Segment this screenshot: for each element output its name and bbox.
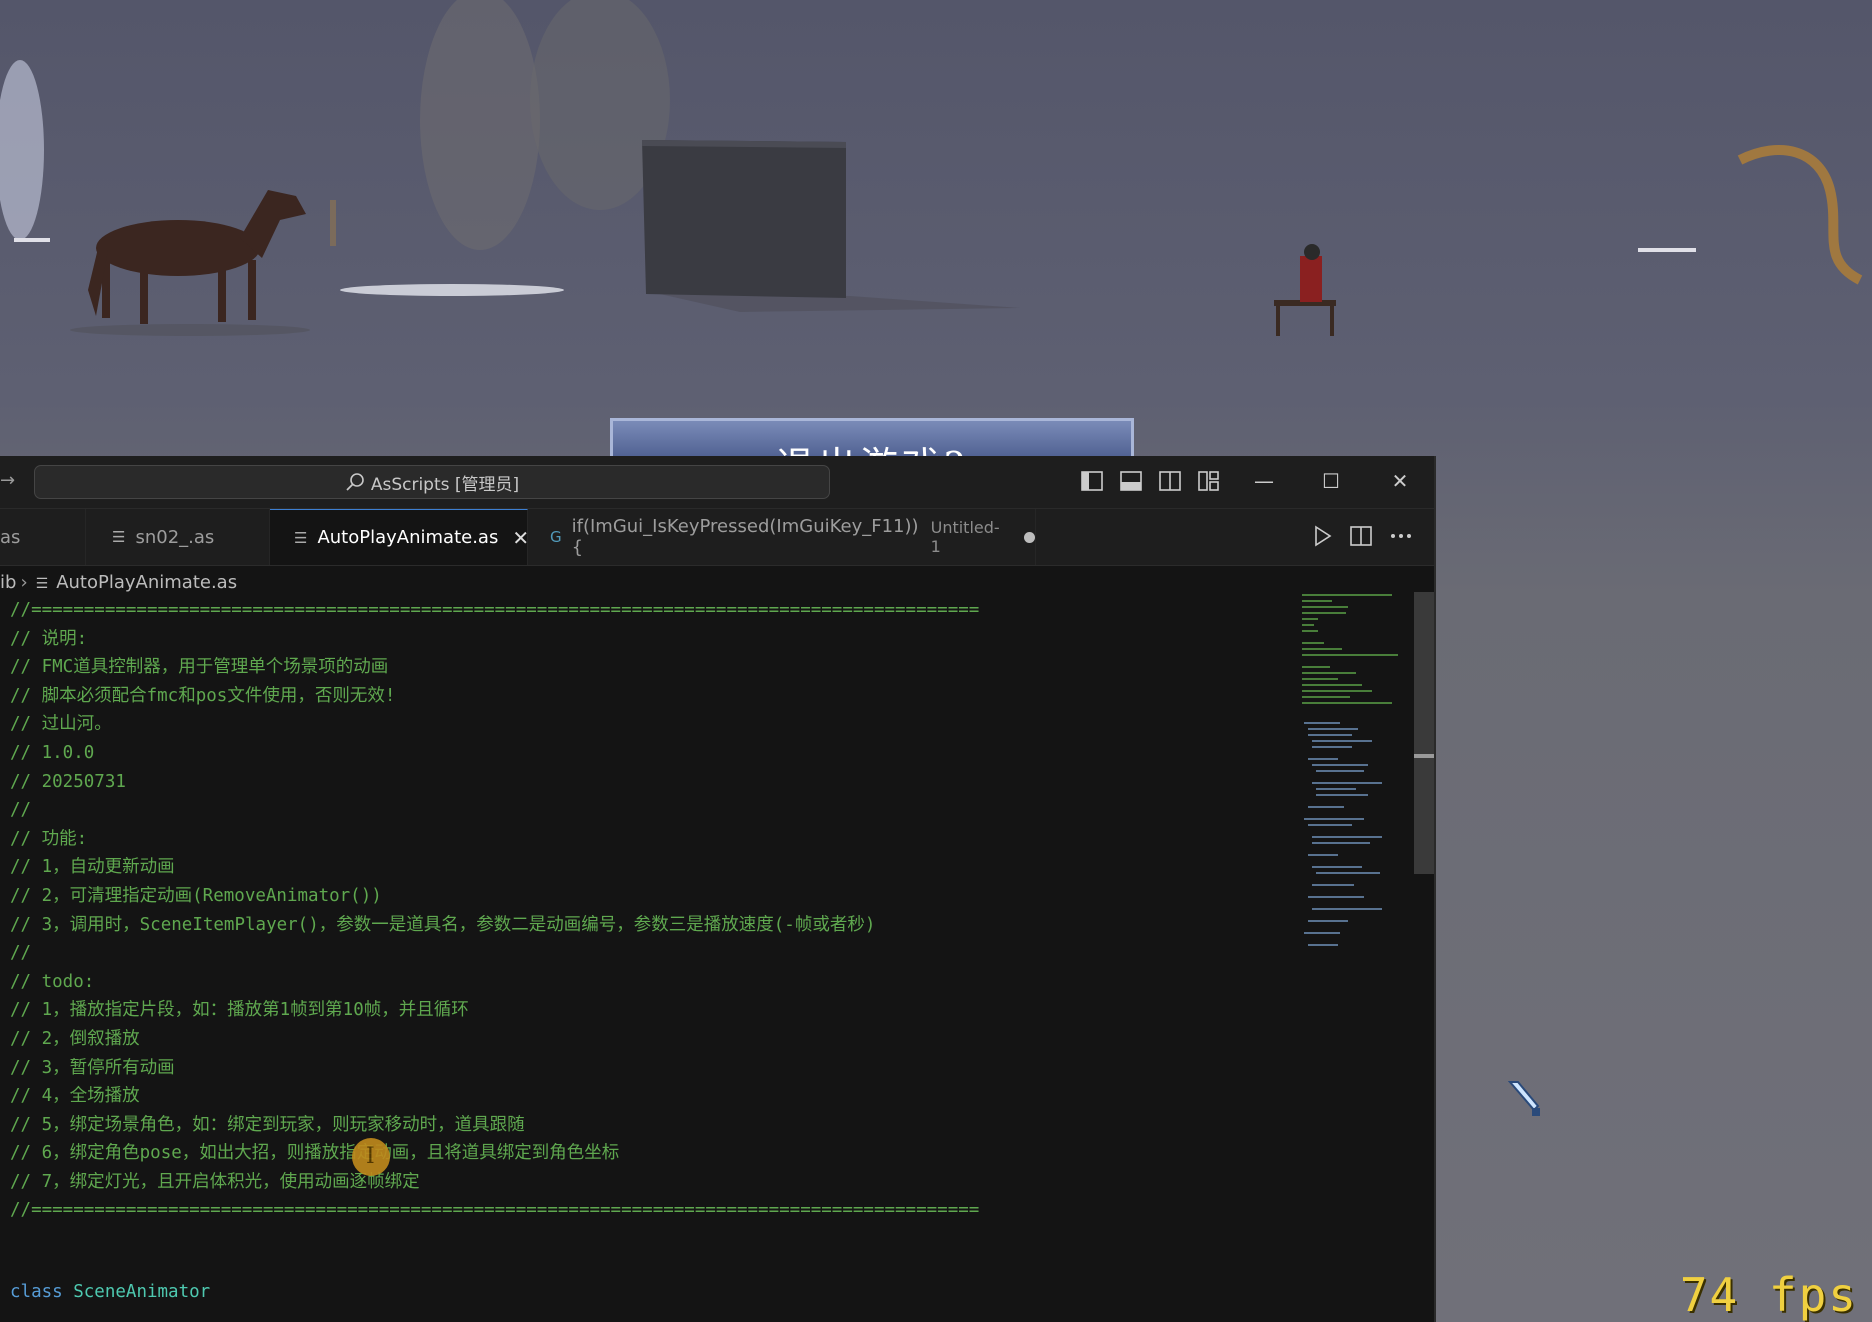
search-icon (346, 473, 364, 491)
code-line: //======================================… (10, 1200, 980, 1221)
code-line: // (10, 943, 32, 964)
file-lines-icon: ☰ (35, 576, 49, 592)
file-lines-icon: ☰ (112, 528, 126, 546)
code-line: // 1，播放指定片段，如：播放第1帧到第10帧，并且循环 (10, 1000, 469, 1021)
arrow-right-icon[interactable]: → (0, 470, 15, 491)
code-editor-window: → AsScripts [管理员] — ☐ ✕ as ☰ sn02_.as ☰ … (0, 456, 1436, 1322)
tab-label: as (0, 526, 21, 548)
file-lines-icon: ☰ (294, 528, 308, 547)
code-line: // 过山河。 (10, 714, 112, 735)
code-line: // 3，调用时，SceneItemPlayer()，参数一是道具名，参数二是动… (10, 914, 876, 935)
code-line: // 7，绑定灯光，且开启体积光，使用动画逐帧绑定 (10, 1171, 420, 1192)
code-line: //======================================… (10, 600, 980, 620)
breadcrumb-file[interactable]: AutoPlayAnimate.as (56, 572, 237, 593)
code-line: // 6，绑定角色pose，如出大招，则播放指定动画，且将道具绑定到角色坐标 (10, 1143, 620, 1164)
toggle-secondary-sidebar-icon[interactable] (1158, 470, 1182, 492)
code-line: // FMC道具控制器，用于管理单个场景项的动画 (10, 657, 389, 678)
window-border (1434, 456, 1436, 1322)
code-line: // 说明: (10, 628, 88, 649)
code-line: // 2，倒叙播放 (10, 1028, 140, 1049)
toggle-panel-icon[interactable] (1119, 470, 1143, 492)
npc-figure (330, 200, 336, 246)
code-line: // 4，全场播放 (10, 1086, 140, 1107)
tab-label: if(ImGui_IsKeyPressed(ImGuiKey_F11)){ (571, 516, 919, 558)
code-line: // 功能: (10, 828, 88, 849)
command-center-search[interactable]: AsScripts [管理员] (34, 465, 830, 499)
cube-object (642, 140, 846, 298)
tab-as[interactable]: as (0, 509, 86, 565)
code-line: // 2，可清理指定动画(RemoveAnimator()) (10, 885, 382, 906)
keyword-class: class (10, 1282, 63, 1302)
code-line: // (10, 800, 32, 821)
editor-tab-bar: as ☰ sn02_.as ☰ AutoPlayAnimate.as ✕ G i… (0, 509, 1435, 566)
code-line: // 1.0.0 (10, 742, 95, 763)
toggle-primary-sidebar-icon[interactable] (1080, 470, 1104, 492)
tab-untitled-1[interactable]: G if(ImGui_IsKeyPressed(ImGuiKey_F11)){ … (528, 509, 1036, 565)
text-cursor-icon (352, 1138, 390, 1176)
code-line: // 1，自动更新动画 (10, 857, 175, 878)
code-line: // 脚本必须配合fmc和pos文件使用，否则无效! (10, 685, 396, 706)
scroll-position-marker (1414, 754, 1434, 758)
code-line: // 20250731 (10, 771, 126, 792)
title-bar: → AsScripts [管理员] — ☐ ✕ (0, 456, 1435, 509)
code-line: // todo: (10, 971, 95, 992)
more-actions-icon[interactable] (1388, 523, 1414, 549)
fps-counter: 74 fps (1679, 1268, 1858, 1322)
breadcrumb: ib › ☰ AutoPlayAnimate.as (0, 566, 1435, 600)
tab-autoplayanimate[interactable]: ☰ AutoPlayAnimate.as ✕ (270, 509, 529, 565)
minimap[interactable] (1300, 592, 1400, 952)
breadcrumb-parent[interactable]: ib (0, 572, 16, 593)
run-icon[interactable] (1310, 523, 1336, 549)
code-area[interactable]: //======================================… (10, 596, 1290, 1225)
code-line-class: class SceneAnimator (10, 1282, 210, 1302)
split-editor-icon[interactable] (1348, 523, 1374, 549)
tab-description: Untitled-1 (930, 518, 1000, 556)
dragon-model (1737, 145, 1863, 285)
code-line: // 5，绑定场景角色，如：绑定到玩家，则玩家移动时，道具跟随 (10, 1114, 525, 1135)
tab-label: sn02_.as (135, 526, 215, 548)
cpp-file-icon: G (550, 528, 562, 546)
sword-cursor-icon (1508, 1081, 1540, 1116)
tab-sn02[interactable]: ☰ sn02_.as (86, 509, 270, 565)
chevron-right-icon: › (20, 572, 28, 593)
unsaved-dot-icon[interactable] (1024, 531, 1035, 543)
customize-layout-icon[interactable] (1197, 470, 1221, 492)
close-tab-icon[interactable]: ✕ (512, 526, 529, 550)
close-window-icon[interactable]: ✕ (1380, 466, 1420, 496)
horse-model (88, 190, 306, 324)
code-line: // 3，暂停所有动画 (10, 1057, 175, 1078)
seated-character (1274, 244, 1336, 336)
vertical-scrollbar[interactable] (1414, 592, 1434, 874)
minimize-icon[interactable]: — (1244, 466, 1284, 496)
class-name: SceneAnimator (73, 1282, 211, 1302)
exit-game-dialog-banner: 退出游戏? (610, 418, 1134, 461)
command-center-label: AsScripts [管理员] (370, 474, 520, 495)
tab-label: AutoPlayAnimate.as (317, 527, 499, 548)
maximize-icon[interactable]: ☐ (1311, 466, 1351, 496)
